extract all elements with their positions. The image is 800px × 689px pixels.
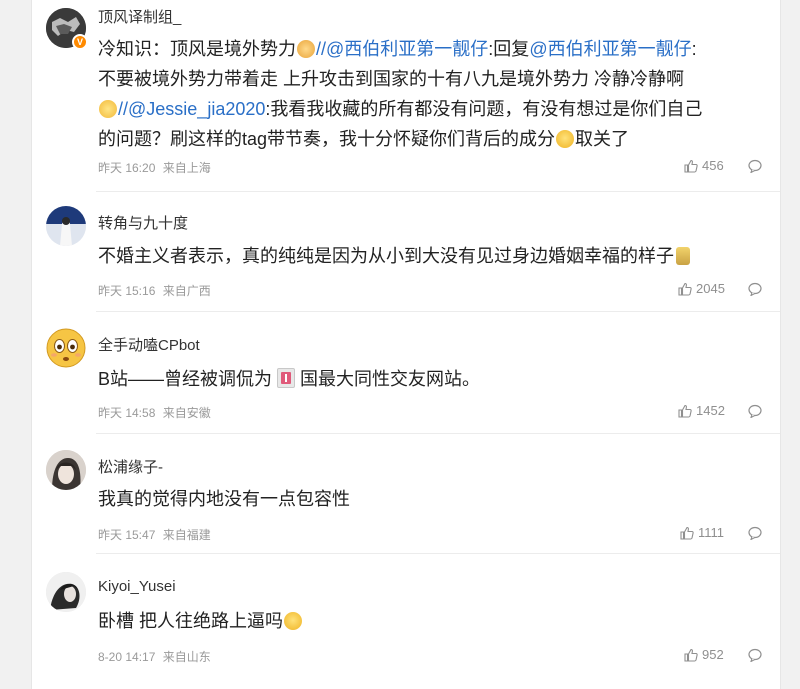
like-button[interactable]: 1452 <box>678 403 725 418</box>
like-count: 1111 <box>698 525 725 540</box>
emoji-icon <box>284 612 302 630</box>
comment-meta: 昨天 15:16 来自广西 <box>98 282 215 299</box>
username[interactable]: Kiyoi_Yusei <box>98 578 176 595</box>
username[interactable]: 转角与九十度 <box>98 212 188 233</box>
like-count: 2045 <box>696 281 725 296</box>
username[interactable]: 顶风译制组_ <box>98 6 181 27</box>
comment-text: B站——曾经被调侃为 国最大同性交友网站。 <box>98 368 481 389</box>
thumb-up-icon <box>684 159 698 173</box>
username[interactable]: 全手动嗑CPbot <box>98 334 200 355</box>
like-count: 456 <box>702 158 724 173</box>
comment-item: Kiyoi_Yusei 卧槽 把人往绝路上逼吗 8-20 14:17 来自山东 … <box>32 554 780 689</box>
like-button[interactable]: 2045 <box>678 281 725 296</box>
comment-text: 卧槽 把人往绝路上逼吗 <box>98 606 766 636</box>
emoji-icon <box>676 247 690 265</box>
comment-icon[interactable] <box>748 159 762 173</box>
mention-link[interactable]: @西伯利亚第一靓仔 <box>326 39 488 59</box>
comment-meta: 昨天 14:58 来自安徽 <box>98 404 215 421</box>
avatar[interactable] <box>46 206 86 246</box>
comment-line: //@Jessie_jia2020:我看我收藏的所有都没有问题，有没有想过是你们… <box>98 94 766 124</box>
avatar[interactable] <box>46 450 86 490</box>
like-count: 1452 <box>696 403 725 418</box>
like-count: 952 <box>702 647 724 662</box>
timestamp: 昨天 15:16 <box>98 284 156 298</box>
like-button[interactable]: 456 <box>684 158 724 173</box>
comment-item: 转角与九十度 不婚主义者表示，真的纯纯是因为从小到大没有见过身边婚姻幸福的样子 … <box>32 192 780 312</box>
timestamp: 8-20 14:17 <box>98 650 156 664</box>
comment-item: 松浦缘子- 我真的觉得内地没有一点包容性 昨天 15:47 来自福建 1111 <box>32 434 780 554</box>
timestamp: 昨天 15:47 <box>98 528 156 542</box>
flag-emoji-icon <box>277 368 296 388</box>
comment-meta: 昨天 15:47 来自福建 <box>98 526 215 543</box>
location: 来自安徽 <box>162 406 211 420</box>
thumb-up-icon <box>680 526 694 540</box>
emoji-icon <box>297 40 315 58</box>
emoji-icon <box>99 100 117 118</box>
location: 来自山东 <box>162 650 211 664</box>
comment-meta: 昨天 16:20 来自上海 <box>98 159 215 176</box>
mention-link[interactable]: @西伯利亚第一靓仔 <box>529 39 691 59</box>
comment-meta: 8-20 14:17 来自山东 <box>98 648 215 665</box>
thumb-up-icon <box>684 648 698 662</box>
thumb-up-icon <box>678 404 692 418</box>
comment-icon[interactable] <box>748 526 762 540</box>
timestamp: 昨天 16:20 <box>98 161 156 175</box>
location: 来自福建 <box>162 528 211 542</box>
comment-text: 冷知识：顶风是境外势力//@西伯利亚第一靓仔:回复@西伯利亚第一靓仔: 不要被境… <box>98 34 766 154</box>
comment-icon[interactable] <box>748 282 762 296</box>
location: 来自广西 <box>162 284 211 298</box>
like-button[interactable]: 1111 <box>680 525 724 540</box>
comment-line: 冷知识：顶风是境外势力//@西伯利亚第一靓仔:回复@西伯利亚第一靓仔: <box>98 39 697 59</box>
username[interactable]: 松浦缘子- <box>98 456 163 477</box>
avatar[interactable] <box>46 328 86 368</box>
comment-text: 不婚主义者表示，真的纯纯是因为从小到大没有见过身边婚姻幸福的样子 <box>98 241 766 271</box>
thumb-up-icon <box>678 282 692 296</box>
comment-text: 我真的觉得内地没有一点包容性 <box>98 489 350 509</box>
comment-line: 不要被境外势力带着走 上升攻击到国家的十有八九是境外势力 冷静冷静啊 <box>98 69 684 89</box>
comment-icon[interactable] <box>748 648 762 662</box>
mention-link[interactable]: @Jessie_jia2020 <box>128 99 265 119</box>
verified-badge: V <box>72 34 88 50</box>
comment-panel: V 顶风译制组_ 冷知识：顶风是境外势力//@西伯利亚第一靓仔:回复@西伯利亚第… <box>32 0 780 689</box>
comment-line: 的问题？刷这样的tag带节奏，我十分怀疑你们背后的成分 取关了 <box>98 129 630 149</box>
like-button[interactable]: 952 <box>684 647 724 662</box>
location: 来自上海 <box>162 161 211 175</box>
comment-item: V 顶风译制组_ 冷知识：顶风是境外势力//@西伯利亚第一靓仔:回复@西伯利亚第… <box>32 0 780 192</box>
timestamp: 昨天 14:58 <box>98 406 156 420</box>
comment-icon[interactable] <box>748 404 762 418</box>
emoji-icon <box>556 130 575 148</box>
avatar[interactable] <box>46 572 86 612</box>
comment-item: 全手动嗑CPbot B站——曾经被调侃为 国最大同性交友网站。 昨天 14:58… <box>32 312 780 434</box>
